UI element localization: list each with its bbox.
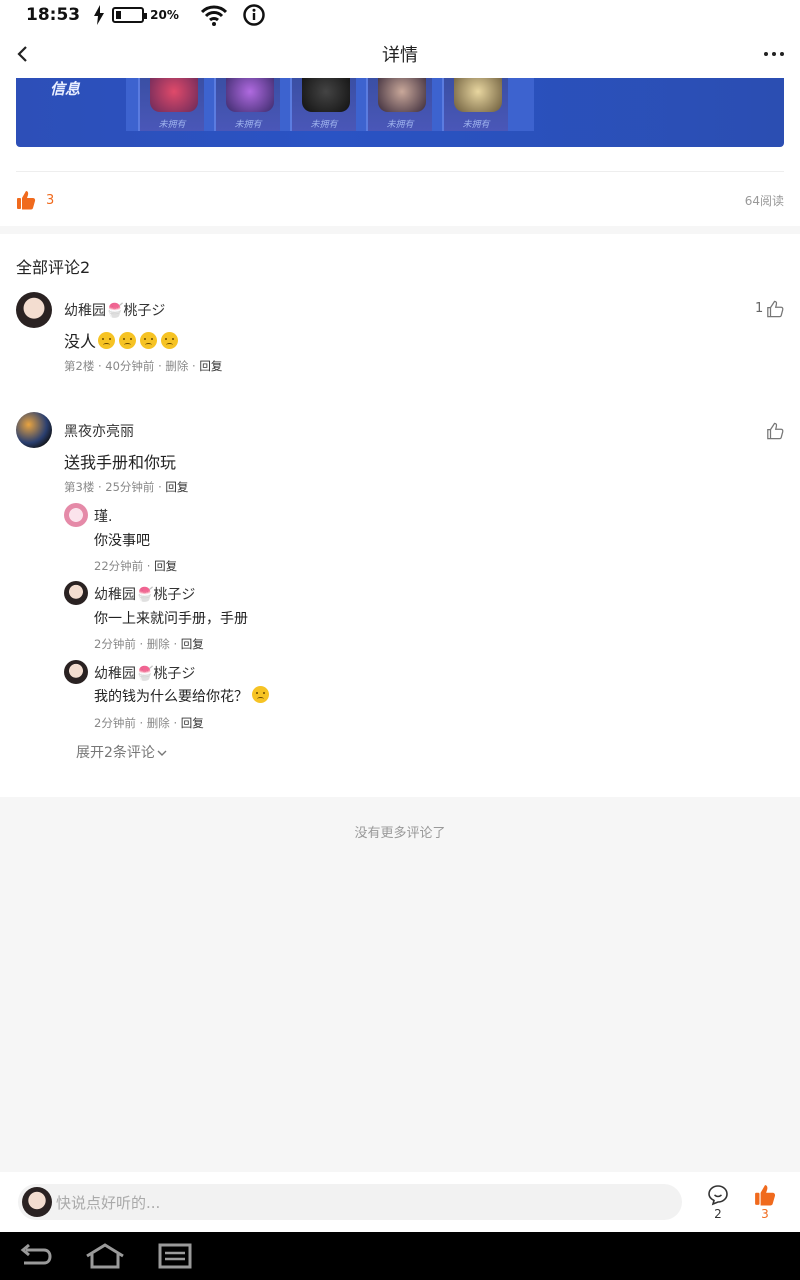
divider [16, 171, 784, 172]
comment-like-count: 1 [755, 301, 764, 316]
content-area[interactable]: 信息 未拥有 未拥有 未拥有 未拥有 未拥有 3 64阅读 全部评论2 幼稚园🍧… [0, 78, 800, 1172]
reply-text: 你一上来就问手册，手册 [94, 611, 248, 627]
comments-button[interactable]: 2 [706, 1184, 730, 1224]
reply-author[interactable]: 瑾. [94, 506, 112, 526]
item-tile: 未拥有 [290, 78, 356, 131]
item-caption: 未拥有 [234, 120, 262, 130]
comment-input[interactable]: 快说点好听的... [18, 1184, 682, 1220]
helmet-icon [226, 78, 274, 112]
reply-meta: 22分钟前 · 回复 [94, 559, 178, 573]
item-caption: 未拥有 [310, 120, 338, 130]
page-title: 详情 [382, 45, 418, 66]
chevron-down-icon [157, 750, 167, 756]
frown-emoji-icon [252, 686, 269, 703]
frown-emoji-icon [161, 332, 179, 349]
comments-header: 全部评论2 [16, 258, 91, 277]
comment-bubble-icon [708, 1185, 728, 1206]
more-dots-icon [764, 52, 784, 56]
mask-icon [150, 78, 198, 112]
delete-link[interactable]: 删除 [147, 716, 170, 730]
avatar [22, 1187, 52, 1217]
frown-emoji-icon [119, 332, 137, 349]
expand-replies-link[interactable]: 展开2条评论 [76, 742, 167, 762]
status-bar: 18:53 20% [0, 0, 800, 30]
bottom-bar: 快说点好听的... 2 3 [0, 1172, 800, 1232]
reply-meta: 2分钟前 · 删除 · 回复 [94, 637, 204, 651]
chevron-left-icon [17, 46, 27, 62]
system-nav-bar [0, 1232, 800, 1280]
avatar[interactable] [16, 412, 52, 448]
post-like-count: 3 [46, 192, 55, 208]
thumbs-up-outline-icon[interactable] [766, 300, 784, 318]
no-more-comments: 没有更多评论了 [354, 826, 446, 841]
reply-author[interactable]: 幼稚园🍧桃子ジ [94, 663, 195, 683]
item-tile: 未拥有 [138, 78, 204, 131]
avatar[interactable] [16, 292, 52, 328]
avatar[interactable] [64, 503, 88, 527]
item-tile: 未拥有 [442, 78, 508, 131]
item-strip: 未拥有 未拥有 未拥有 未拥有 未拥有 [126, 78, 534, 131]
box-icon [454, 78, 502, 112]
status-time: 18:53 [26, 5, 81, 25]
wifi-icon [200, 4, 227, 26]
delete-link[interactable]: 删除 [147, 637, 170, 651]
comment-input-placeholder: 快说点好听的... [56, 1194, 161, 1212]
more-button[interactable] [762, 42, 786, 66]
system-recents-button[interactable] [158, 1242, 198, 1270]
reply-text: 你没事吧 [94, 533, 150, 549]
reply-author[interactable]: 幼稚园🍧桃子ジ [94, 584, 195, 604]
avatar[interactable] [64, 660, 88, 684]
charging-icon [94, 5, 105, 25]
system-home-button[interactable] [84, 1242, 124, 1270]
reply-link[interactable]: 回复 [181, 637, 204, 651]
reply-link[interactable]: 回复 [165, 480, 188, 494]
reply-meta: 2分钟前 · 删除 · 回复 [94, 716, 204, 730]
commenter-name[interactable]: 黑夜亦亮丽 [64, 421, 134, 441]
like-button[interactable]: 3 [752, 1184, 778, 1224]
frown-emoji-icon [140, 332, 158, 349]
comment-count: 2 [714, 1207, 722, 1221]
item-tile: 未拥有 [366, 78, 432, 131]
battery-icon [112, 7, 148, 23]
back-button[interactable] [12, 42, 36, 66]
system-back-button[interactable] [16, 1242, 56, 1270]
comment-meta: 第3楼 · 25分钟前 · 回复 [64, 480, 189, 494]
like-count: 3 [761, 1207, 769, 1221]
character-icon [378, 78, 426, 112]
post-stats-row: 3 64阅读 [16, 182, 784, 218]
comment-text: 没人 [64, 328, 182, 352]
banner-label: 信息 [50, 80, 81, 98]
thumbs-up-icon[interactable] [16, 190, 36, 210]
thumbs-up-outline-icon[interactable] [766, 422, 784, 440]
delete-link[interactable]: 删除 [165, 359, 188, 373]
avatar[interactable] [64, 581, 88, 605]
item-caption: 未拥有 [462, 120, 490, 130]
reply-text: 我的钱为什么要给你花？ [94, 686, 273, 706]
post-image[interactable]: 信息 未拥有 未拥有 未拥有 未拥有 未拥有 [16, 78, 784, 147]
item-caption: 未拥有 [158, 120, 186, 130]
post-block: 信息 未拥有 未拥有 未拥有 未拥有 未拥有 3 64阅读 [0, 78, 800, 226]
item-caption: 未拥有 [386, 120, 414, 130]
comment-text: 送我手册和你玩 [64, 453, 177, 472]
back-arrow-icon [20, 1243, 52, 1265]
read-count: 64阅读 [744, 193, 784, 208]
recents-icon [158, 1243, 192, 1269]
reply-link[interactable]: 回复 [181, 716, 204, 730]
battery-percent: 20% [150, 8, 179, 22]
commenter-name[interactable]: 幼稚园🍧桃子ジ [64, 300, 165, 320]
comments-section: 全部评论2 幼稚园🍧桃子ジ 没人 第2楼 · 40分钟前 · 删除 · 回复 1… [0, 234, 800, 797]
top-nav: 详情 [0, 30, 800, 78]
helmet-icon [302, 78, 350, 112]
comment-meta: 第2楼 · 40分钟前 · 删除 · 回复 [64, 359, 223, 373]
thumbs-up-icon [755, 1185, 776, 1206]
reply-link[interactable]: 回复 [199, 359, 222, 373]
item-tile: 未拥有 [214, 78, 280, 131]
reply-link[interactable]: 回复 [154, 559, 177, 573]
info-icon [243, 4, 265, 26]
home-icon [86, 1243, 124, 1269]
frown-emoji-icon [98, 332, 116, 349]
